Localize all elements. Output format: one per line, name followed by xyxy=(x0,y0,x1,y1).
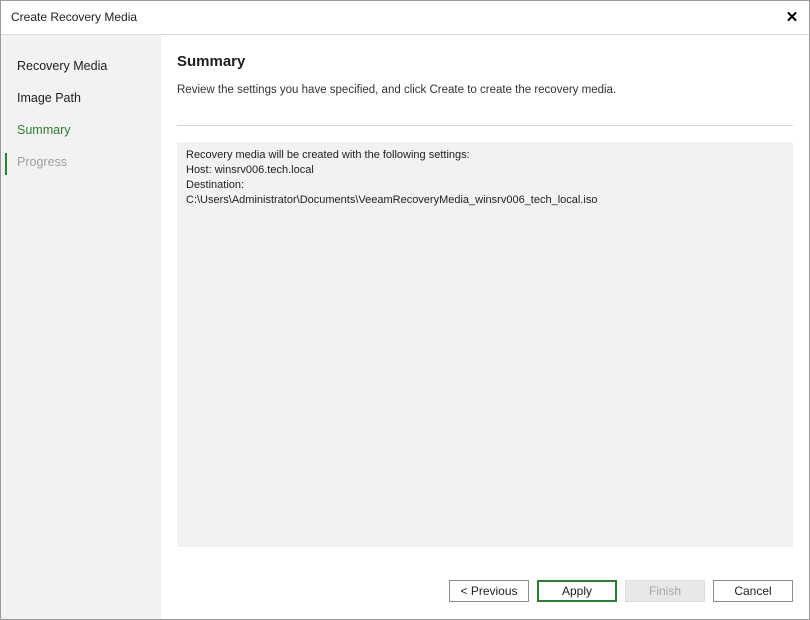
close-icon: ✕ xyxy=(785,9,799,26)
summary-line: C:\Users\Administrator\Documents\VeeamRe… xyxy=(186,194,598,206)
summary-line: Host: winsrv006.tech.local xyxy=(186,164,314,176)
active-step-indicator xyxy=(5,153,7,175)
step-recovery-media[interactable]: Recovery Media xyxy=(17,59,107,73)
summary-line: Destination: xyxy=(186,179,245,191)
step-summary[interactable]: Summary xyxy=(17,123,70,137)
header-separator xyxy=(177,125,793,126)
step-progress: Progress xyxy=(17,155,68,169)
wizard-content: Summary Review the settings you have spe… xyxy=(161,35,809,619)
create-recovery-media-dialog: Create Recovery Media ✕ Recovery Media I… xyxy=(0,0,810,620)
finish-button: Finish xyxy=(625,580,705,602)
wizard-steps-sidebar: Recovery Media Image Path Summary Progre… xyxy=(1,35,161,619)
close-button[interactable]: ✕ xyxy=(779,5,805,29)
page-description: Review the settings you have specified, … xyxy=(177,84,617,96)
summary-text-box[interactable]: Recovery media will be created with the … xyxy=(177,142,793,547)
window-title: Create Recovery Media xyxy=(11,10,138,24)
previous-button[interactable]: < Previous xyxy=(449,580,529,602)
title-bar: Create Recovery Media ✕ xyxy=(1,1,809,35)
step-image-path[interactable]: Image Path xyxy=(17,91,81,105)
cancel-button[interactable]: Cancel xyxy=(713,580,793,602)
page-title: Summary xyxy=(177,53,246,70)
apply-button[interactable]: Apply xyxy=(537,580,617,602)
summary-line: Recovery media will be created with the … xyxy=(186,149,470,161)
